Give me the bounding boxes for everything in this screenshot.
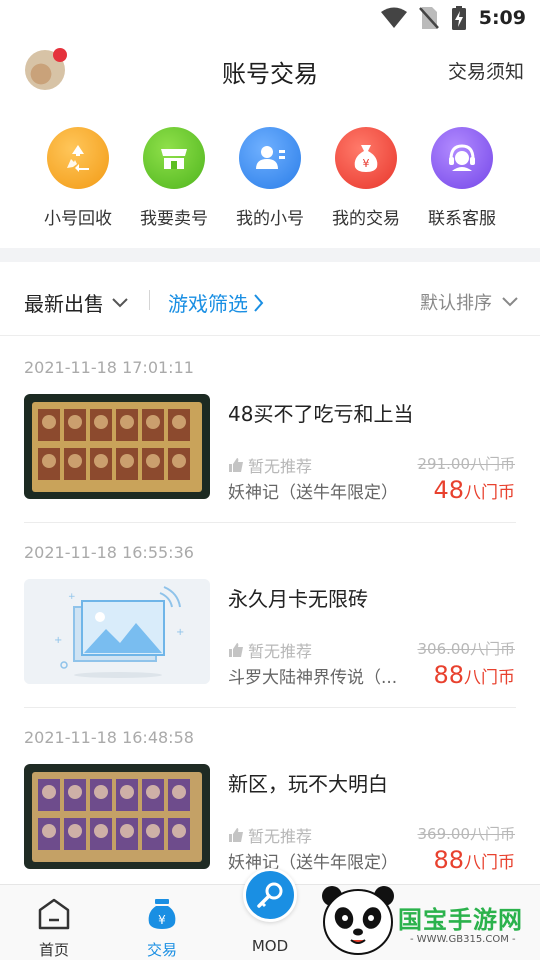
svg-text:¥: ¥ [363, 157, 370, 170]
watermark-logo: 国宝手游网 - WWW.GB315.COM - [318, 880, 540, 960]
svg-text:+: + [68, 592, 76, 602]
status-bar: 5:09 [0, 0, 540, 36]
listing-game-name: 妖神记（送牛年限定） [228, 853, 398, 873]
store-icon [143, 127, 205, 189]
key-icon [257, 882, 283, 908]
recommend-status: 暂无推荐 [228, 638, 312, 662]
listing-price: 88八门币 [433, 661, 515, 689]
header: 账号交易 交易须知 [0, 36, 540, 106]
status-time: 5:09 [478, 7, 526, 29]
recommend-label: 暂无推荐 [248, 457, 313, 476]
recommend-status: 暂无推荐 [228, 453, 312, 477]
thumbs-up-icon [229, 828, 243, 842]
battery-charging-icon [451, 6, 466, 30]
nav-trade-label: 交易 [146, 941, 177, 959]
quick-menu-support[interactable]: 联系客服 [414, 124, 510, 229]
listing-title: 新区，玩不大明白 [228, 772, 388, 796]
listing-thumbnail [24, 394, 210, 499]
listing-date: 2021-11-18 17:01:11 [24, 358, 194, 377]
no-sim-icon [418, 7, 439, 29]
price-unit: 八门币 [464, 483, 515, 503]
home-icon [38, 898, 70, 930]
recommend-status: 暂无推荐 [228, 823, 312, 847]
quick-menu-recycle[interactable]: 小号回收 [30, 124, 126, 229]
price-unit: 八门币 [464, 853, 515, 873]
svg-text:¥: ¥ [158, 913, 166, 927]
price-value: 48 [433, 476, 464, 504]
nav-mod-label: MOD [251, 937, 289, 955]
sort-label: 默认排序 [420, 293, 492, 314]
quick-menu-label: 我的小号 [236, 209, 304, 229]
price-value: 88 [433, 661, 464, 689]
panda-logo-icon [322, 886, 394, 955]
listing-date: 2021-11-18 16:55:36 [24, 543, 194, 562]
sort-dropdown[interactable]: 默认排序 [420, 289, 518, 315]
quick-menu-sell[interactable]: 我要卖号 [126, 124, 222, 229]
section-divider [0, 248, 540, 262]
nav-home[interactable]: 首页 [4, 885, 104, 960]
chevron-down-icon [502, 297, 518, 307]
mod-button[interactable] [243, 868, 297, 922]
quick-menu-label: 小号回收 [44, 209, 112, 229]
status-icons: 5:09 [380, 6, 526, 30]
money-bag-icon: ¥ [335, 127, 397, 189]
original-price: 291.00八门币 [417, 455, 516, 473]
watermark-brand: 国宝手游网 [398, 906, 523, 934]
original-price: 306.00八门币 [417, 640, 516, 658]
price-value: 88 [433, 846, 464, 874]
listing-price: 88八门币 [433, 846, 515, 874]
game-filter-button[interactable]: 游戏筛选 [168, 288, 264, 317]
svg-text:+: + [176, 627, 184, 638]
listing-date: 2021-11-18 16:48:58 [24, 728, 194, 747]
listing-title: 48买不了吃亏和上当 [228, 402, 414, 426]
listing-title: 永久月卡无限砖 [228, 587, 368, 611]
listing-item[interactable]: 2021-11-18 17:01:11 48买不了吃亏和上当 暂无推荐 妖神记（… [0, 338, 540, 523]
quick-menu-label: 联系客服 [428, 209, 496, 229]
latest-sale-dropdown[interactable]: 最新出售 [24, 288, 128, 317]
quick-menu: 小号回收 我要卖号 我的小号 ¥ 我的交易 联系客服 [0, 124, 540, 234]
recycle-icon [47, 127, 109, 189]
placeholder-image-icon: + + + [24, 579, 210, 684]
nav-trade[interactable]: ¥ 交易 [112, 885, 212, 960]
chevron-down-icon [112, 297, 128, 307]
listing-game-name: 妖神记（送牛年限定） [228, 483, 398, 503]
listing-item[interactable]: 2021-11-18 16:48:58 新区，玩不大明白 暂无推荐 妖神记（送牛… [0, 708, 540, 893]
money-bag-icon: ¥ [148, 899, 176, 929]
listing-item[interactable]: 2021-11-18 16:55:36 + + + 永久月卡无限砖 暂无推荐 斗… [0, 523, 540, 708]
wifi-icon [380, 7, 407, 28]
quick-menu-my-accounts[interactable]: 我的小号 [222, 124, 318, 229]
chevron-right-icon [254, 293, 264, 312]
watermark-url: - WWW.GB315.COM - [410, 934, 516, 945]
original-price: 369.00八门币 [417, 825, 516, 843]
thumbs-up-icon [229, 643, 243, 657]
filter-bar: 最新出售 游戏筛选 默认排序 [0, 262, 540, 336]
quick-menu-label: 我的交易 [332, 209, 400, 229]
filter-separator [149, 290, 150, 310]
game-filter-label: 游戏筛选 [168, 292, 248, 316]
latest-sale-label: 最新出售 [24, 292, 104, 316]
nav-home-label: 首页 [38, 941, 69, 959]
user-card-icon [239, 127, 301, 189]
thumbs-up-icon [229, 458, 243, 472]
price-unit: 八门币 [464, 668, 515, 688]
quick-menu-label: 我要卖号 [140, 209, 208, 229]
recommend-label: 暂无推荐 [248, 642, 313, 661]
trade-notice-link[interactable]: 交易须知 [448, 57, 524, 84]
recommend-label: 暂无推荐 [248, 827, 313, 846]
svg-text:+: + [54, 635, 62, 646]
listing-game-name: 斗罗大陆神界传说（... [228, 668, 398, 688]
listing-thumbnail [24, 764, 210, 869]
listing-price: 48八门币 [433, 476, 515, 504]
headset-icon [431, 127, 493, 189]
quick-menu-my-trades[interactable]: ¥ 我的交易 [318, 124, 414, 229]
